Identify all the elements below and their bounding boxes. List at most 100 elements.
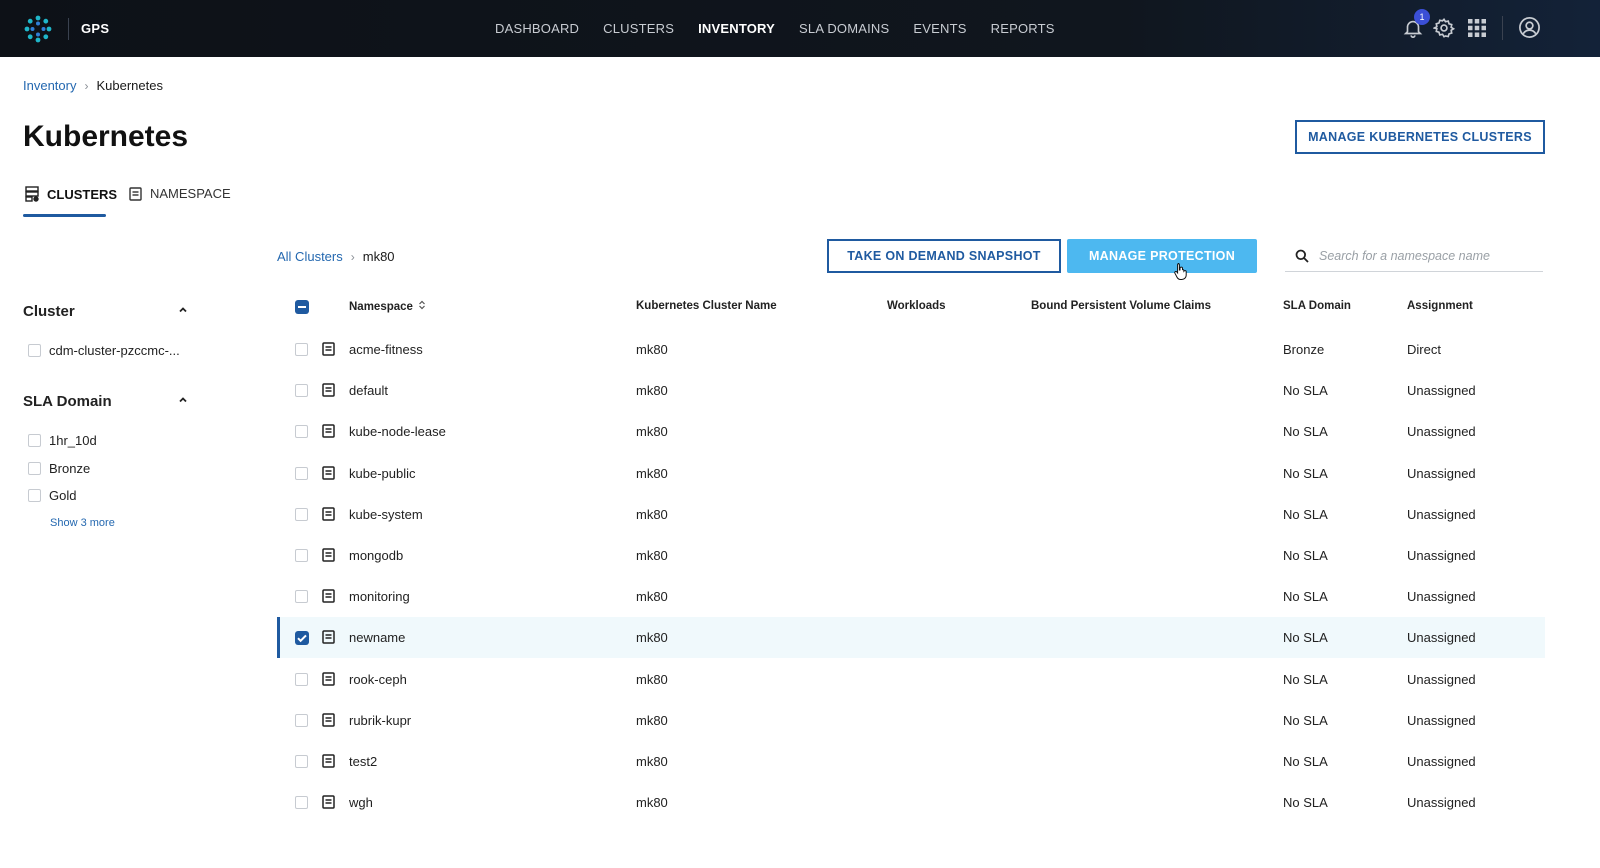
cell-namespace[interactable]: kube-node-lease	[349, 424, 446, 439]
tab-namespace-label: NAMESPACE	[150, 186, 231, 201]
cell-namespace[interactable]: wgh	[349, 795, 373, 810]
table-row[interactable]: kube-system mk80 No SLA Unassigned	[277, 494, 1545, 535]
cell-namespace[interactable]: monitoring	[349, 589, 410, 604]
table-row[interactable]: rubrik-kupr mk80 No SLA Unassigned	[277, 700, 1545, 741]
nav-inventory[interactable]: INVENTORY	[698, 21, 775, 36]
search-input[interactable]	[1319, 246, 1534, 266]
checkbox[interactable]	[28, 434, 41, 447]
nav-dashboard[interactable]: DASHBOARD	[495, 21, 579, 36]
search-icon	[1295, 249, 1309, 263]
filter-option-cluster[interactable]: cdm-cluster-pzccmc-...	[28, 343, 180, 358]
row-checkbox[interactable]	[295, 755, 308, 768]
cell-assignment: Unassigned	[1407, 589, 1476, 604]
cell-namespace[interactable]: acme-fitness	[349, 342, 423, 357]
filter-sla-title: SLA Domain	[23, 393, 112, 410]
cell-assignment: Unassigned	[1407, 713, 1476, 728]
namespace-search[interactable]	[1285, 240, 1543, 272]
table-row[interactable]: newname mk80 No SLA Unassigned	[277, 617, 1545, 658]
nav-events[interactable]: EVENTS	[913, 21, 966, 36]
checkbox[interactable]	[28, 344, 41, 357]
cell-cluster-name: mk80	[636, 548, 668, 563]
cell-namespace[interactable]: rook-ceph	[349, 672, 407, 687]
manage-protection-button[interactable]: MANAGE PROTECTION	[1067, 239, 1257, 273]
row-checkbox[interactable]	[295, 590, 308, 603]
cell-assignment: Unassigned	[1407, 424, 1476, 439]
row-checkbox[interactable]	[295, 714, 308, 727]
nav-clusters[interactable]: CLUSTERS	[603, 21, 674, 36]
cell-assignment: Direct	[1407, 342, 1441, 357]
table-row[interactable]: default mk80 No SLA Unassigned	[277, 370, 1545, 411]
hand-cursor-icon	[1174, 263, 1187, 280]
filter-option-sla[interactable]: Bronze	[28, 461, 90, 476]
cell-sla-domain: No SLA	[1283, 466, 1328, 481]
checkbox[interactable]	[28, 462, 41, 475]
column-header-cluster-name: Kubernetes Cluster Name	[636, 300, 777, 312]
row-checkbox[interactable]	[295, 384, 308, 397]
table-row[interactable]: test2 mk80 No SLA Unassigned	[277, 741, 1545, 782]
cell-cluster-name: mk80	[636, 754, 668, 769]
cell-sla-domain: No SLA	[1283, 548, 1328, 563]
table-row[interactable]: wgh mk80 No SLA Unassigned	[277, 782, 1545, 823]
table-row[interactable]: mongodb mk80 No SLA Unassigned	[277, 535, 1545, 576]
tab-clusters[interactable]: CLUSTERS	[25, 186, 117, 202]
chevron-up-icon[interactable]	[178, 305, 188, 315]
row-checkbox[interactable]	[295, 673, 308, 686]
chevron-right-icon: ›	[84, 78, 89, 93]
filter-option-sla[interactable]: 1hr_10d	[28, 433, 97, 448]
row-checkbox[interactable]	[295, 796, 308, 809]
nav-sla-domains[interactable]: SLA DOMAINS	[799, 21, 889, 36]
row-checkbox[interactable]	[295, 549, 308, 562]
user-avatar-icon[interactable]	[1518, 16, 1541, 39]
cell-assignment: Unassigned	[1407, 795, 1476, 810]
cell-assignment: Unassigned	[1407, 507, 1476, 522]
column-header-namespace[interactable]: Namespace	[349, 300, 426, 313]
cell-assignment: Unassigned	[1407, 466, 1476, 481]
cell-namespace[interactable]: kube-public	[349, 466, 416, 481]
table-row[interactable]: acme-fitness mk80 Bronze Direct	[277, 329, 1545, 370]
tab-clusters-label: CLUSTERS	[47, 186, 118, 202]
filter-option-sla[interactable]: Gold	[28, 488, 76, 503]
breadcrumb-inventory-link[interactable]: Inventory	[23, 78, 76, 93]
cell-cluster-name: mk80	[636, 795, 668, 810]
namespace-icon	[322, 589, 335, 603]
table-row[interactable]: kube-public mk80 No SLA Unassigned	[277, 453, 1545, 494]
apps-grid-icon[interactable]	[1467, 18, 1487, 38]
manage-kubernetes-clusters-button[interactable]: MANAGE KUBERNETES CLUSTERS	[1295, 120, 1545, 154]
take-on-demand-snapshot-button[interactable]: TAKE ON DEMAND SNAPSHOT	[827, 239, 1061, 273]
filter-option-label: Gold	[49, 488, 77, 503]
row-checkbox[interactable]	[295, 425, 308, 438]
cell-namespace[interactable]: newname	[349, 630, 405, 645]
tab-namespace[interactable]: NAMESPACE	[129, 186, 231, 201]
cell-cluster-name: mk80	[636, 713, 668, 728]
cell-sla-domain: No SLA	[1283, 383, 1328, 398]
filter-sla-header[interactable]: SLA Domain	[23, 393, 188, 410]
cell-namespace[interactable]: default	[349, 383, 388, 398]
select-all-checkbox[interactable]	[295, 300, 309, 314]
table-row[interactable]: monitoring mk80 No SLA Unassigned	[277, 576, 1545, 617]
cell-namespace[interactable]: rubrik-kupr	[349, 713, 411, 728]
table-row[interactable]: kube-node-lease mk80 No SLA Unassigned	[277, 411, 1545, 452]
row-checkbox[interactable]	[295, 343, 308, 356]
gear-icon[interactable]	[1433, 17, 1455, 39]
column-header-label: Namespace	[349, 301, 413, 313]
cell-namespace[interactable]: test2	[349, 754, 377, 769]
show-more-link[interactable]: Show 3 more	[50, 517, 115, 529]
nav-reports[interactable]: REPORTS	[991, 21, 1055, 36]
checkbox[interactable]	[28, 489, 41, 502]
row-checkbox-checked[interactable]	[295, 631, 309, 645]
chevron-up-icon[interactable]	[178, 395, 188, 405]
row-checkbox[interactable]	[295, 508, 308, 521]
namespace-icon	[322, 507, 335, 521]
table-row[interactable]: rook-ceph mk80 No SLA Unassigned	[277, 659, 1545, 700]
filter-cluster-header[interactable]: Cluster	[23, 303, 188, 320]
all-clusters-link[interactable]: All Clusters	[277, 249, 343, 264]
app-logo-icon[interactable]	[23, 14, 53, 44]
cell-namespace[interactable]: mongodb	[349, 548, 403, 563]
cell-sla-domain: No SLA	[1283, 424, 1328, 439]
sort-icon[interactable]	[418, 300, 426, 310]
cell-sla-domain: No SLA	[1283, 795, 1328, 810]
namespace-icon	[322, 713, 335, 727]
cell-namespace[interactable]: kube-system	[349, 507, 423, 522]
row-checkbox[interactable]	[295, 467, 308, 480]
namespace-icon	[322, 342, 335, 356]
